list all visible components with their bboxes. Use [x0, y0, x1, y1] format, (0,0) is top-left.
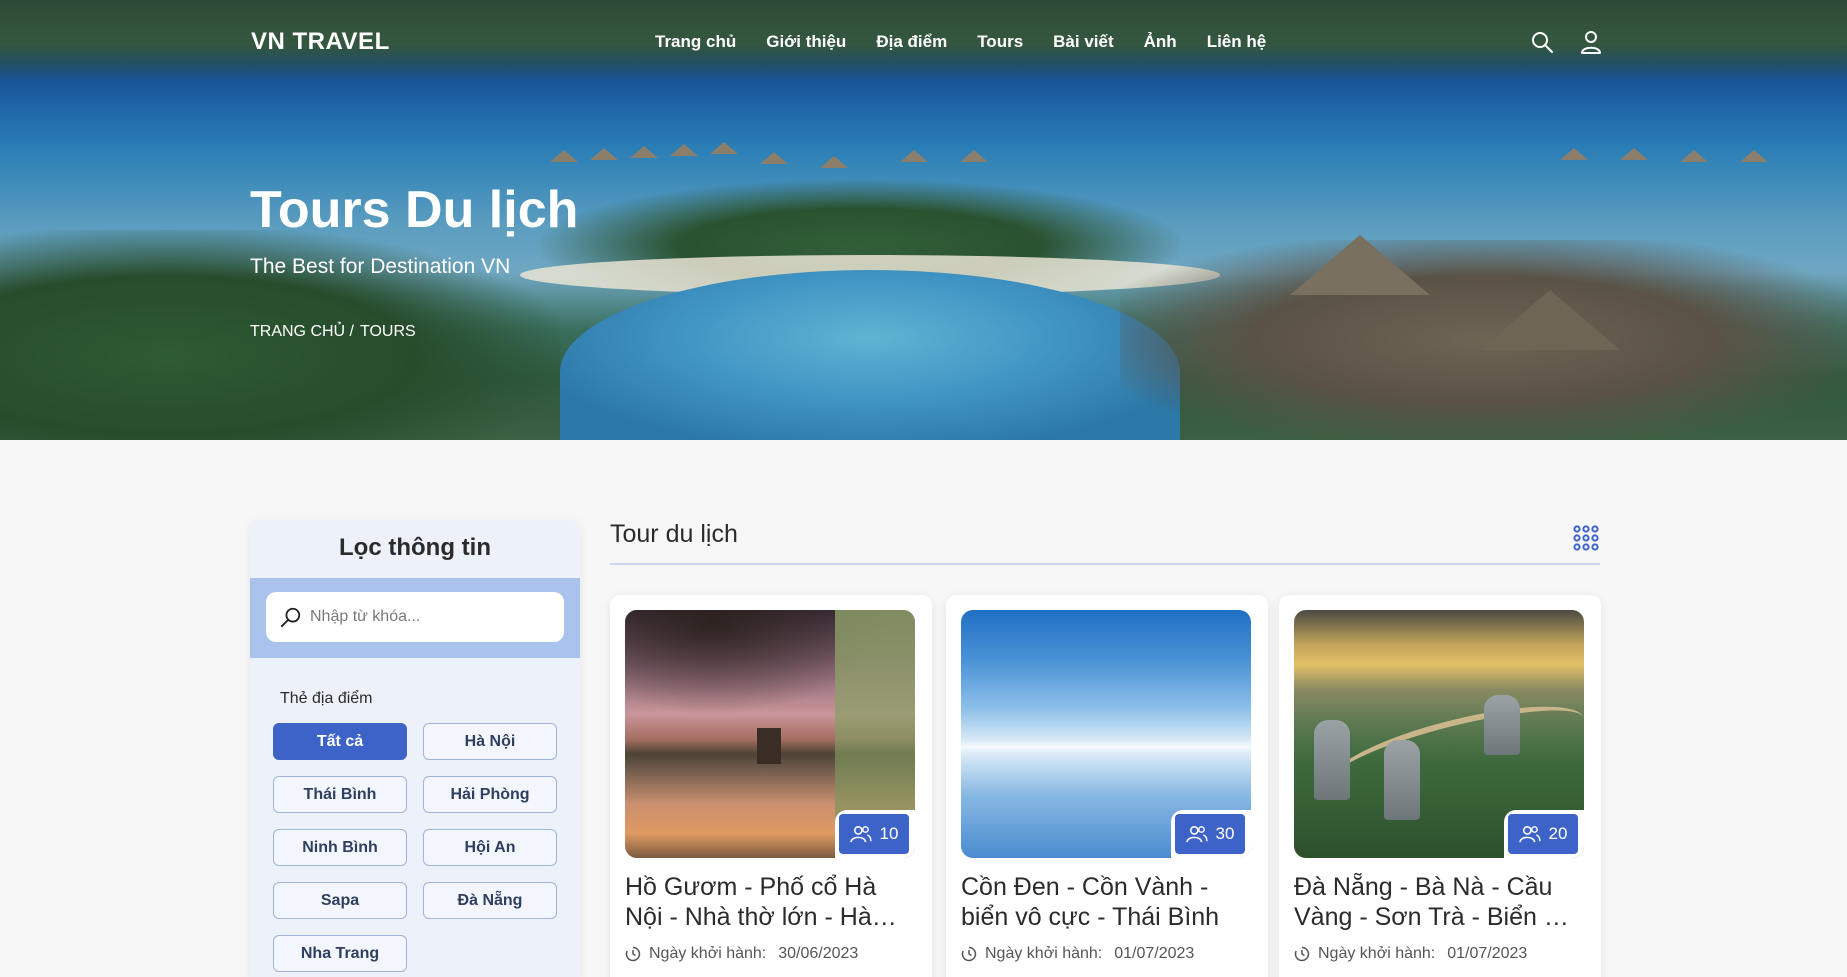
tag-all[interactable]: Tất cả [273, 723, 407, 760]
participants-badge: 20 [1508, 814, 1578, 854]
group-icon [1518, 825, 1541, 843]
badge-wrapper: 30 [1171, 810, 1251, 858]
departure-label: Ngày khởi hành: [985, 945, 1103, 962]
badge-wrapper: 10 [835, 810, 915, 858]
image-stone-hand [1314, 720, 1350, 800]
hero-bungalow [630, 146, 658, 158]
breadcrumb-home[interactable]: TRANG CHỦ / [250, 323, 354, 341]
hero-bungalow [900, 150, 928, 162]
hero-resort-roof [1290, 235, 1430, 295]
tour-image[interactable]: 10 [625, 610, 915, 858]
hero-bungalow [550, 150, 578, 162]
tag-ha-noi[interactable]: Hà Nội [423, 723, 557, 760]
location-tags: Tất cả Hà Nội Thái Bình Hải Phòng Ninh B… [273, 723, 563, 972]
breadcrumb-current: TOURS [360, 323, 416, 340]
section-title: Tour du lịch [610, 520, 738, 548]
breadcrumb: TRANG CHỦ / TOURS [250, 323, 416, 341]
keyword-search-input[interactable] [310, 608, 550, 626]
menu-item-photos[interactable]: Ảnh [1144, 32, 1177, 52]
tour-title[interactable]: Hồ Gươm - Phố cổ Hà Nội - Nhà thờ lớn - … [625, 872, 915, 932]
departure-value: 01/07/2023 [1447, 945, 1528, 962]
page-subtitle: The Best for Destination VN [250, 255, 511, 278]
menu-item-contact[interactable]: Liên hệ [1207, 32, 1267, 52]
hero-lagoon [560, 270, 1180, 440]
departure-date: Ngày khởi hành: 01/07/2023 [1294, 945, 1527, 963]
badge-wrapper: 20 [1504, 810, 1584, 858]
hero-bungalow [670, 144, 698, 156]
hero-bungalow [1560, 148, 1588, 160]
departure-date: Ngày khởi hành: 01/07/2023 [961, 945, 1194, 963]
hero-bungalow [1740, 150, 1768, 162]
tour-card[interactable]: 30 Cồn Đen - Cồn Vành - biển vô cực - Th… [946, 595, 1268, 977]
tag-da-nang[interactable]: Đà Nẵng [423, 882, 557, 919]
section-divider [610, 563, 1600, 565]
image-stone-hand [1484, 695, 1520, 755]
main-menu: Trang chủ Giới thiệu Địa điểm Tours Bài … [655, 32, 1296, 52]
clock-icon [625, 946, 641, 962]
filter-title: Lọc thông tin [339, 534, 491, 561]
tag-thai-binh[interactable]: Thái Bình [273, 776, 407, 813]
hero-bungalow [710, 142, 738, 154]
menu-item-tours[interactable]: Tours [977, 32, 1023, 52]
hero-resort-roof [1480, 290, 1620, 350]
hero-bungalow [1620, 148, 1648, 160]
logo[interactable]: VN TRAVEL [251, 28, 390, 56]
tour-card[interactable]: 20 Đà Nẵng - Bà Nà - Cầu Vàng - Sơn Trà … [1279, 595, 1601, 977]
participants-count: 20 [1548, 824, 1568, 843]
participants-badge: 30 [1175, 814, 1245, 854]
image-pagoda [757, 728, 781, 764]
hero-bungalow [590, 148, 618, 160]
tour-image[interactable]: 30 [961, 610, 1251, 858]
departure-label: Ngày khởi hành: [649, 945, 767, 962]
menu-item-about[interactable]: Giới thiệu [766, 32, 846, 52]
tag-sapa[interactable]: Sapa [273, 882, 407, 919]
tag-hoi-an[interactable]: Hội An [423, 829, 557, 866]
hero-bungalow [960, 150, 988, 162]
departure-value: 30/06/2023 [778, 945, 859, 962]
departure-value: 01/07/2023 [1114, 945, 1195, 962]
departure-label: Ngày khởi hành: [1318, 945, 1436, 962]
user-icon[interactable] [1579, 30, 1603, 54]
tag-section-label: Thẻ địa điểm [280, 690, 373, 707]
top-navigation: VN TRAVEL Trang chủ Giới thiệu Địa điểm … [0, 0, 1847, 86]
grid-view-icon[interactable] [1573, 525, 1599, 551]
departure-date: Ngày khởi hành: 30/06/2023 [625, 945, 858, 963]
group-icon [849, 825, 872, 843]
participants-count: 30 [1215, 824, 1235, 843]
filter-sidebar: Lọc thông tin Thẻ địa điểm Tất cả Hà Nội… [250, 520, 580, 977]
participants-count: 10 [879, 824, 899, 843]
group-icon [1185, 825, 1208, 843]
image-stone-hand [1384, 740, 1420, 820]
hero-bungalow [820, 156, 848, 168]
tag-ninh-binh[interactable]: Ninh Bình [273, 829, 407, 866]
participants-badge: 10 [839, 814, 909, 854]
tag-hai-phong[interactable]: Hải Phòng [423, 776, 557, 813]
search-icon[interactable] [1530, 30, 1554, 54]
page-title: Tours Du lịch [250, 181, 579, 239]
search-box[interactable] [266, 592, 564, 642]
menu-item-destinations[interactable]: Địa điểm [876, 32, 947, 52]
tour-title[interactable]: Cồn Đen - Cồn Vành - biển vô cực - Thái … [961, 872, 1251, 932]
menu-item-posts[interactable]: Bài viết [1053, 32, 1113, 52]
image-bridge [1324, 688, 1584, 782]
clock-icon [961, 946, 977, 962]
tour-image[interactable]: 20 [1294, 610, 1584, 858]
hero-bungalow [1680, 150, 1708, 162]
tour-title[interactable]: Đà Nẵng - Bà Nà - Cầu Vàng - Sơn Trà - B… [1294, 872, 1584, 932]
search-band [250, 578, 580, 658]
menu-item-home[interactable]: Trang chủ [655, 32, 736, 52]
hero-bungalow [760, 152, 788, 164]
tag-nha-trang[interactable]: Nha Trang [273, 935, 407, 972]
search-icon [280, 607, 301, 628]
clock-icon [1294, 946, 1310, 962]
tour-card[interactable]: 10 Hồ Gươm - Phố cổ Hà Nội - Nhà thờ lớn… [610, 595, 932, 977]
